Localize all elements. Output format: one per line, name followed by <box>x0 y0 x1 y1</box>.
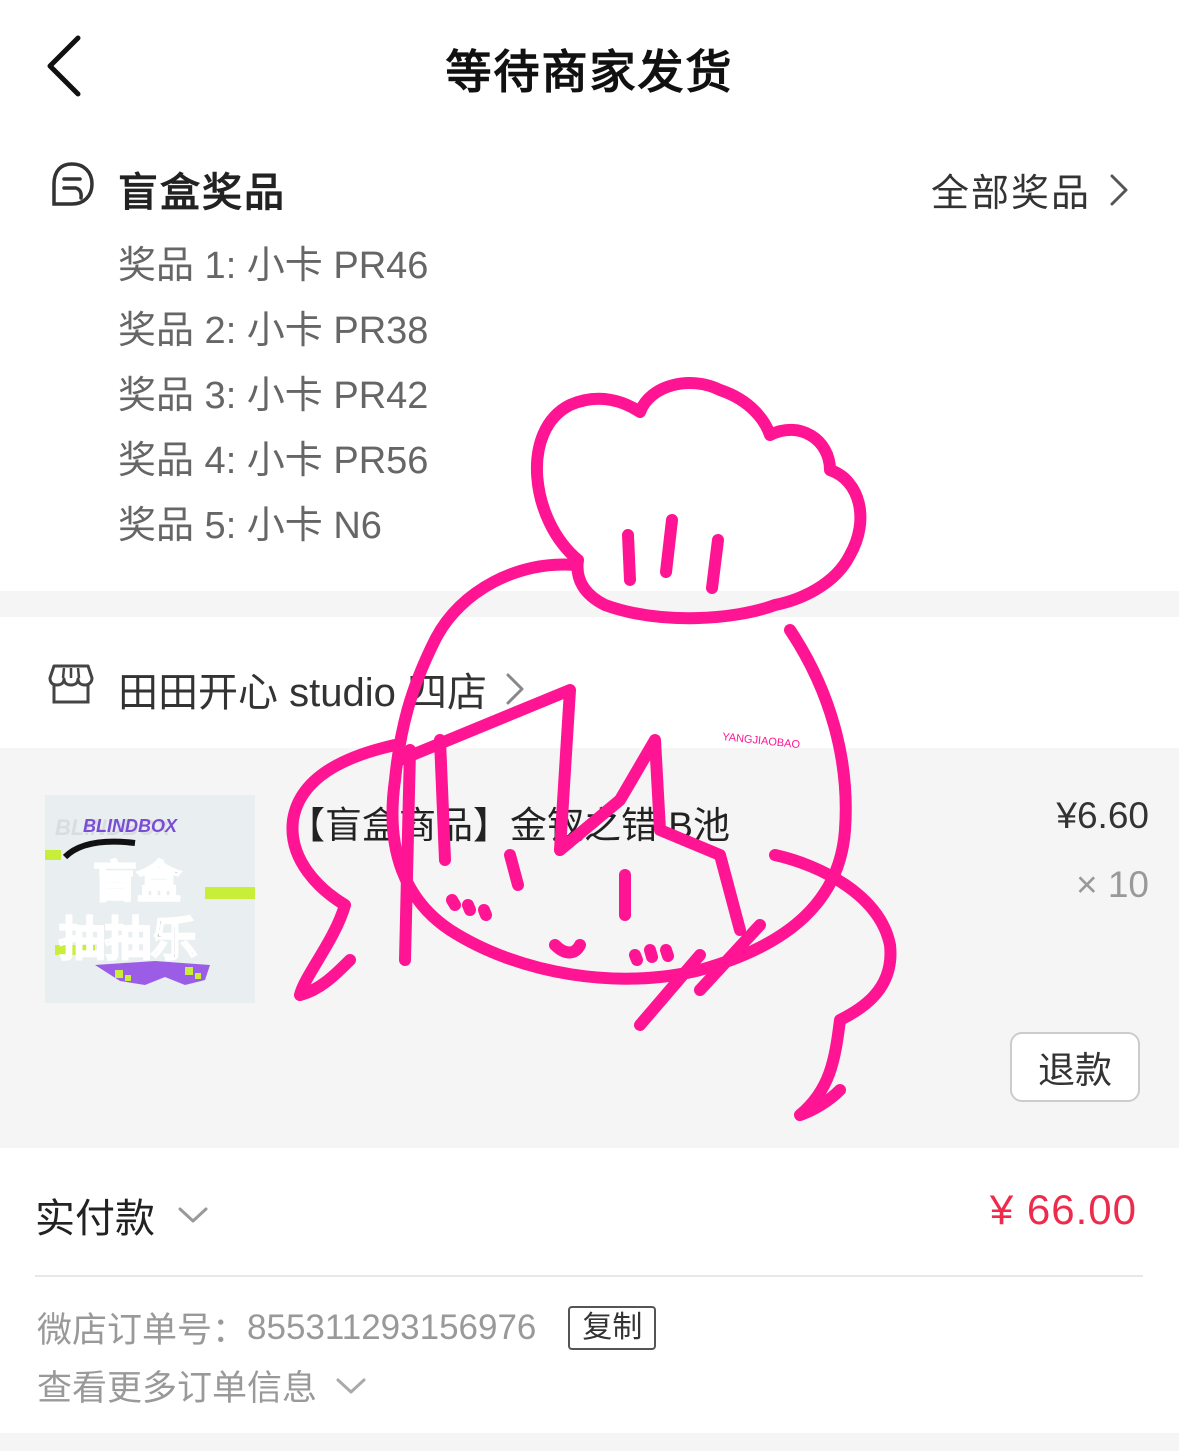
refund-button[interactable]: 退款 <box>1010 1032 1140 1102</box>
prize-item: 奖品 4: 小卡 PR56 <box>118 440 429 482</box>
more-info-label: 查看更多订单信息 <box>37 1369 318 1408</box>
prize-heading: 盲盒奖品 <box>118 171 286 215</box>
store-link[interactable]: 田田开心 studio 四店 <box>118 660 525 718</box>
gift-list-icon <box>48 160 96 208</box>
prize-item: 奖品 3: 小卡 PR42 <box>118 375 429 417</box>
order-label: 微店订单号： <box>37 1311 248 1350</box>
payment-toggle[interactable]: 实付款 <box>35 1186 209 1244</box>
all-prizes-link[interactable]: 全部奖品 <box>931 162 1129 217</box>
prize-item: 奖品 1: 小卡 PR46 <box>118 245 429 287</box>
page-title: 等待商家发货 <box>445 46 734 98</box>
payment-label: 实付款 <box>35 1197 155 1241</box>
order-number: 855311293156976 <box>247 1307 537 1347</box>
order-number-row: 微店订单号： 855311293156976 复制 <box>37 1302 657 1353</box>
prize-item: 奖品 2: 小卡 PR38 <box>118 310 429 352</box>
product-thumbnail[interactable]: BLINDBOX BLINDBOX 盲盒 抽抽乐 <box>45 795 255 1003</box>
chevron-down-icon <box>178 1207 208 1223</box>
copy-button[interactable]: 复制 <box>568 1305 657 1350</box>
product-name[interactable]: 【盲盒商品】金钗之错 B池 <box>288 795 730 849</box>
all-prizes-label: 全部奖品 <box>930 173 1091 215</box>
prize-item: 奖品 5: 小卡 N6 <box>118 505 382 547</box>
chevron-right-icon <box>1110 174 1128 205</box>
prize-list: 奖品 1: 小卡 PR46 奖品 2: 小卡 PR38 奖品 3: 小卡 PR4… <box>118 240 428 565</box>
thumb-brand: BLINDBOX <box>83 816 178 836</box>
store-name: 田田开心 studio 四店 <box>118 671 487 715</box>
thumb-line1: 盲盒 <box>93 857 182 908</box>
product-price: ¥6.60 <box>1056 795 1149 836</box>
payment-amount: ¥ 66.00 <box>989 1186 1137 1233</box>
more-order-info-toggle[interactable]: 查看更多订单信息 <box>37 1360 367 1411</box>
product-quantity: × 10 <box>1075 864 1149 905</box>
thumb-line2: 抽抽乐 <box>59 912 197 966</box>
store-icon <box>48 662 94 706</box>
chevron-down-icon <box>336 1378 366 1393</box>
chevron-right-icon <box>506 673 524 705</box>
divider <box>35 1275 1143 1277</box>
